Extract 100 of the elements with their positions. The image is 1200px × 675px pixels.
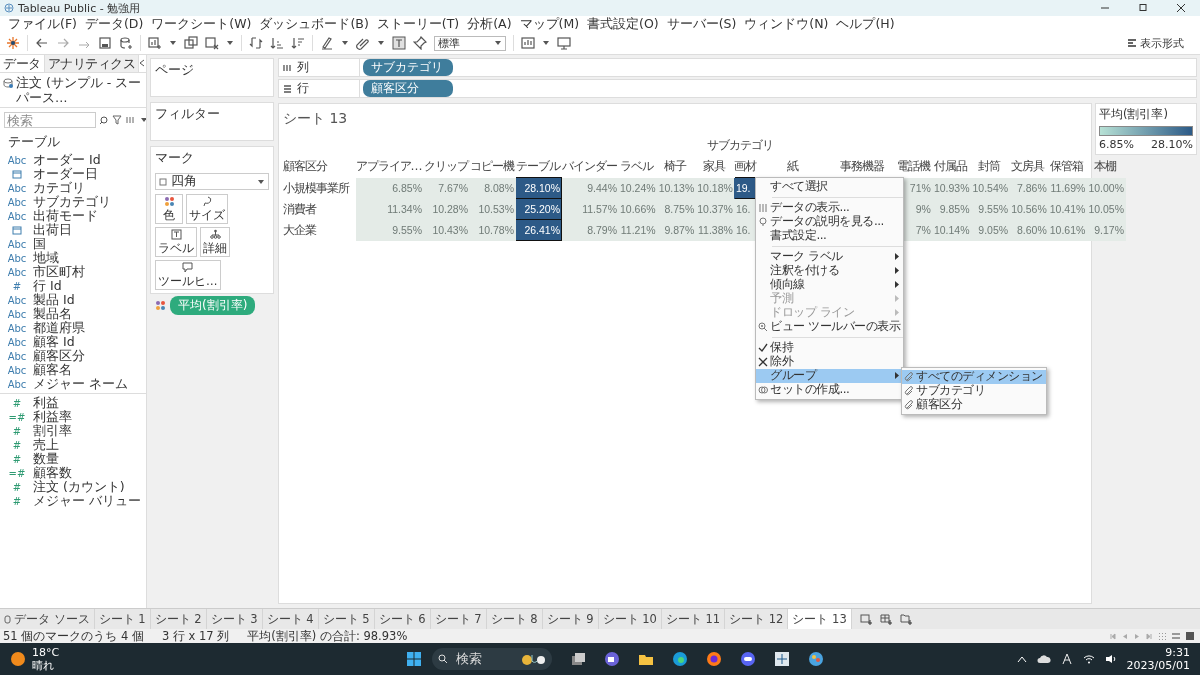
column-header[interactable]: 電話機	[897, 159, 931, 173]
column-header[interactable]: 椅子	[664, 159, 687, 173]
caret-icon[interactable]	[226, 39, 234, 47]
paint-app-icon[interactable]	[808, 651, 824, 667]
column-header[interactable]: 事務機器	[839, 159, 884, 174]
taskbar-search[interactable]: 検索	[432, 648, 552, 670]
row-header[interactable]: 消費者	[283, 201, 316, 216]
table-cell[interactable]: 9.44%	[561, 177, 619, 199]
marks-button[interactable]: 詳細	[200, 227, 230, 257]
field-item[interactable]: 割引率	[33, 422, 72, 440]
menu-item[interactable]: 除外	[756, 354, 904, 369]
column-header[interactable]: 家具	[703, 159, 726, 173]
windows-start-icon[interactable]	[406, 651, 422, 667]
marks-button[interactable]: サイズ	[186, 194, 228, 224]
clear-sheet-icon[interactable]	[205, 36, 219, 50]
view-toggle-icon[interactable]	[126, 116, 136, 124]
wifi-icon[interactable]	[1082, 654, 1095, 664]
speaker-icon[interactable]	[1104, 654, 1117, 664]
new-story-icon[interactable]	[899, 613, 912, 625]
menu-item[interactable]: ファイル(F)	[4, 15, 81, 33]
table-cell[interactable]: 9.55%	[971, 198, 1010, 220]
pane-tab[interactable]: データ	[0, 55, 45, 72]
caret-icon[interactable]	[341, 39, 349, 47]
tableau-app-icon[interactable]	[774, 651, 790, 667]
menu-item[interactable]: セットの作成...	[756, 382, 904, 397]
marks-button[interactable]: 色	[155, 194, 183, 224]
dimension-pill[interactable]: サブカテゴリ	[363, 59, 453, 76]
highlighter-icon[interactable]	[320, 36, 334, 50]
menu-item[interactable]: ストーリー(T)	[372, 15, 464, 33]
menu-item[interactable]: マップ(M)	[515, 15, 584, 33]
column-header[interactable]: 紙	[786, 159, 798, 174]
close-icon[interactable]	[1176, 3, 1186, 13]
menu-item[interactable]: ダッシュボード(B)	[255, 15, 373, 33]
menu-item[interactable]: ウィンドウ(N)	[740, 15, 833, 33]
new-dashboard-icon[interactable]	[879, 613, 892, 625]
table-cell[interactable]: 28.10%	[515, 177, 562, 199]
caret-icon[interactable]	[542, 39, 550, 47]
column-header[interactable]: コピー機	[469, 159, 514, 173]
column-header[interactable]: 文房具	[1011, 159, 1045, 173]
sort-descending-icon[interactable]	[291, 36, 305, 50]
filter-icon[interactable]	[112, 115, 122, 125]
menu-item[interactable]: 分析(A)	[463, 15, 516, 33]
table-cell[interactable]: 9.05%	[971, 219, 1010, 241]
menu-item[interactable]: 保持	[756, 340, 904, 355]
table-cell[interactable]: 11.69%	[1048, 177, 1087, 199]
caret-icon[interactable]	[377, 39, 385, 47]
new-worksheet-icon[interactable]	[859, 613, 872, 625]
video-call-icon[interactable]	[604, 651, 620, 667]
menu-item[interactable]: データ(D)	[80, 15, 148, 33]
table-cell[interactable]: 10.13%	[657, 177, 696, 199]
column-header[interactable]: クリップ	[423, 159, 468, 173]
column-header[interactable]: 画材	[734, 159, 757, 173]
chevron-up-icon[interactable]	[1016, 655, 1027, 663]
caret-icon[interactable]	[140, 116, 146, 124]
column-header[interactable]: 保管箱	[1050, 159, 1084, 173]
table-cell[interactable]: 9.55%	[355, 219, 424, 241]
menu-item[interactable]: 傾向線	[756, 277, 904, 292]
dimension-pill[interactable]: 顧客区分	[363, 80, 453, 97]
table-cell[interactable]: 10.24%	[618, 177, 658, 199]
show-me-button[interactable]: 表示形式	[1127, 35, 1194, 51]
back-icon[interactable]	[35, 36, 49, 50]
menu-item[interactable]: サーバー(S)	[662, 15, 741, 33]
menu-item[interactable]: すべてのディメンション	[902, 369, 1046, 384]
column-header[interactable]: 本棚	[1094, 159, 1117, 173]
table-cell[interactable]: 8.75%	[657, 198, 696, 220]
input-method-icon[interactable]	[1060, 653, 1073, 665]
column-header[interactable]: アプライア…	[355, 159, 422, 173]
table-cell[interactable]: 9.87%	[657, 219, 696, 241]
table-cell[interactable]: 10.00%	[1086, 177, 1126, 199]
show-cards-icon[interactable]	[521, 36, 535, 50]
cloud-icon[interactable]	[1036, 654, 1051, 664]
field-item[interactable]: 市区町村	[33, 263, 85, 281]
table-cell[interactable]: 10.14%	[932, 219, 971, 241]
search-field[interactable]: 検索	[4, 112, 96, 128]
table-cell[interactable]: 8.08%	[469, 177, 516, 199]
sheet-tab[interactable]: シート 13	[788, 609, 852, 629]
row-header[interactable]: 小規模事業所	[283, 180, 349, 195]
tableau-logo-icon[interactable]	[6, 36, 20, 50]
menu-item[interactable]: ワークシート(W)	[147, 15, 256, 33]
menu-item[interactable]: ビュー ツールバーの表示	[756, 319, 904, 334]
show-labels-icon[interactable]	[392, 36, 406, 50]
column-header[interactable]: 付属品	[934, 159, 968, 173]
table-cell[interactable]: 7.86%	[1009, 177, 1049, 199]
mark-type-dropdown[interactable]: 四角	[155, 173, 269, 190]
menu-item[interactable]: サブカテゴリ	[902, 383, 1046, 398]
marks-button[interactable]: ラベル	[155, 227, 197, 257]
save-icon[interactable]	[98, 36, 112, 50]
sort-ascending-icon[interactable]	[270, 36, 284, 50]
collapse-icon[interactable]	[139, 59, 145, 67]
caret-icon[interactable]	[169, 39, 177, 47]
new-data-source-icon[interactable]	[119, 36, 133, 50]
menu-item[interactable]: 書式設定(O)	[583, 15, 663, 33]
paperclip-icon[interactable]	[356, 36, 370, 50]
table-cell[interactable]: 10.41%	[1048, 198, 1087, 220]
data-source-name[interactable]: 注文 (サンプル - スーパース…	[16, 75, 143, 105]
menu-item[interactable]: ヘルプ(H)	[832, 15, 899, 33]
column-header[interactable]: 封筒	[978, 159, 1001, 173]
menu-item[interactable]: 顧客区分	[902, 397, 1046, 412]
table-cell[interactable]: 9.85%	[932, 198, 971, 220]
pane-tab[interactable]: アナリティクス	[44, 55, 139, 72]
